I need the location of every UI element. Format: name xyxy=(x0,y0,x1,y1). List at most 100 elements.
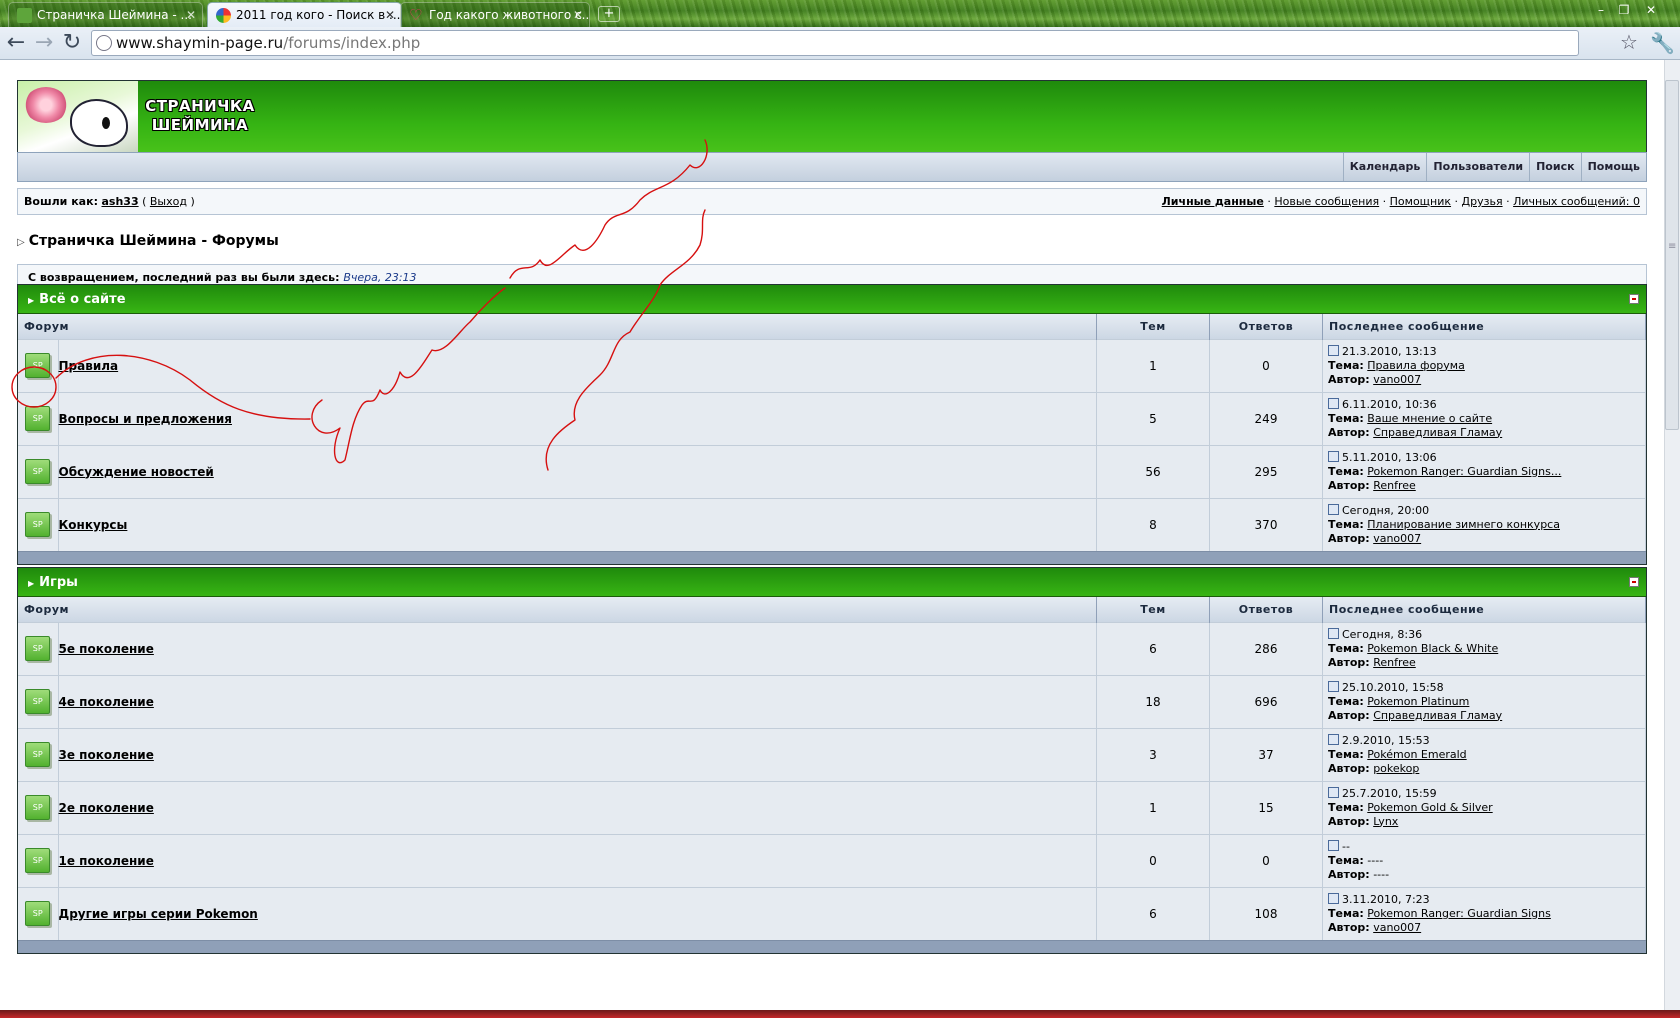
forum-status-icon[interactable]: SP xyxy=(25,406,51,431)
col-replies: Ответов xyxy=(1209,597,1323,622)
nav-help[interactable]: Помощь xyxy=(1580,153,1646,181)
author-link[interactable]: vano007 xyxy=(1373,373,1421,386)
author-link[interactable]: vano007 xyxy=(1373,532,1421,545)
last-topic-link[interactable]: Pokemon Gold & Silver xyxy=(1367,801,1492,814)
author-link[interactable]: Lynx xyxy=(1373,815,1398,828)
author-link[interactable]: Renfree xyxy=(1373,479,1416,492)
forum-link[interactable]: 3е поколение xyxy=(59,748,154,762)
category-title[interactable]: Всё о сайте xyxy=(39,292,125,307)
forum-status-icon[interactable]: SP xyxy=(25,353,51,378)
os-taskbar xyxy=(0,1010,1680,1018)
topic-label: Тема: xyxy=(1328,641,1364,655)
table-header-row: Форум Тем Ответов Последнее сообщение xyxy=(18,597,1646,622)
table-row: SP 5е поколение 6 286 Сегодня, 8:36 Тема… xyxy=(18,621,1646,675)
forum-status-icon[interactable]: SP xyxy=(25,901,51,927)
address-bar[interactable]: www.shaymin-page.ru/forums/index.php xyxy=(91,30,1579,56)
last-topic-link[interactable]: Ваше мнение о сайте xyxy=(1367,412,1492,425)
friends-link[interactable]: Друзья xyxy=(1462,195,1503,208)
forum-name-cell: Конкурсы xyxy=(58,497,1097,551)
reload-icon[interactable]: ↻ xyxy=(60,32,84,56)
col-last-post: Последнее сообщение xyxy=(1322,314,1646,339)
last-topic-link[interactable]: Pokemon Platinum xyxy=(1367,695,1469,708)
last-topic-link[interactable]: Правила форума xyxy=(1367,359,1465,372)
shaymin-logo[interactable] xyxy=(18,81,138,152)
author-link[interactable]: Справедливая Гламау xyxy=(1373,426,1502,439)
category-title[interactable]: Игры xyxy=(39,575,78,590)
forum-link[interactable]: 1е поколение xyxy=(59,854,154,868)
forum-link[interactable]: 4е поколение xyxy=(59,695,154,709)
forum-status-icon[interactable]: SP xyxy=(25,636,51,661)
wrench-icon[interactable]: 🔧 xyxy=(1650,31,1675,55)
forum-link[interactable]: Правила xyxy=(59,359,119,373)
nav-users[interactable]: Пользователи xyxy=(1426,153,1529,181)
author-text: ---- xyxy=(1373,867,1390,881)
forum-name-cell: 2е поколение xyxy=(58,780,1097,834)
replies-count: 0 xyxy=(1209,338,1323,392)
forum-link[interactable]: Вопросы и предложения xyxy=(59,412,232,426)
eye-icon xyxy=(102,117,110,129)
forum-status-icon[interactable]: SP xyxy=(25,742,51,767)
author-label: Автор: xyxy=(1328,867,1370,881)
table-row: SP Правила 1 0 21.3.2010, 13:13 Тема: Пр… xyxy=(18,338,1646,392)
breadcrumb: ▷ Страничка Шеймина - Форумы xyxy=(17,233,1647,253)
forum-link[interactable]: Конкурсы xyxy=(59,518,128,532)
messages-link[interactable]: Личных сообщений: 0 xyxy=(1513,195,1640,208)
topics-count: 6 xyxy=(1096,621,1210,675)
nav-calendar[interactable]: Календарь xyxy=(1342,153,1427,181)
category-arrow-icon: ▶ xyxy=(28,579,35,588)
topics-count: 8 xyxy=(1096,497,1210,551)
logout-link[interactable]: Выход xyxy=(150,195,187,208)
maximize-icon[interactable]: ❐ xyxy=(1613,2,1635,18)
author-link[interactable]: Справедливая Гламау xyxy=(1373,709,1502,722)
forum-status-icon[interactable]: SP xyxy=(25,459,51,484)
new-tab-button[interactable]: + xyxy=(598,6,620,22)
last-topic-link[interactable]: Планирование зимнего конкурса xyxy=(1367,518,1560,531)
topic-label: Тема: xyxy=(1328,517,1364,531)
collapse-icon[interactable] xyxy=(1629,294,1639,304)
close-icon[interactable]: ✕ xyxy=(385,3,395,27)
last-topic-link[interactable]: Pokemon Black & White xyxy=(1367,642,1498,655)
tab-shaymin-page[interactable]: Страничка Шеймина - ... ✕ xyxy=(8,2,203,27)
category-site: ▶ Всё о сайте Форум Тем Ответов Последнее… xyxy=(17,284,1647,565)
username-link[interactable]: ash33 xyxy=(101,195,138,208)
profile-link[interactable]: Личные данные xyxy=(1162,195,1264,208)
last-topic-link[interactable]: Pokemon Ranger: Guardian Signs... xyxy=(1367,465,1561,478)
forum-link[interactable]: 5е поколение xyxy=(59,642,154,656)
author-link[interactable]: vano007 xyxy=(1373,921,1421,934)
collapse-icon[interactable] xyxy=(1629,577,1639,587)
last-topic-link[interactable]: Pokémon Emerald xyxy=(1367,748,1466,761)
forum-link[interactable]: Обсуждение новостей xyxy=(59,465,214,479)
nav-search[interactable]: Поиск xyxy=(1529,153,1580,181)
replies-count: 370 xyxy=(1209,497,1323,551)
minimize-icon[interactable]: – xyxy=(1590,2,1612,18)
close-icon[interactable]: ✕ xyxy=(186,3,196,27)
close-icon[interactable]: ✕ xyxy=(573,3,583,27)
forum-name-cell: 1е поколение xyxy=(58,833,1097,887)
page-title[interactable]: Страничка Шеймина - Форумы xyxy=(29,233,279,249)
window-close-icon[interactable]: ✕ xyxy=(1640,2,1662,18)
shaymin-favicon-icon xyxy=(17,8,32,23)
replies-count: 108 xyxy=(1209,886,1323,940)
tab-search[interactable]: 2011 год кого - Поиск в ... ✕ xyxy=(207,2,402,27)
forward-arrow-icon[interactable]: → xyxy=(32,32,56,56)
forum-status-icon[interactable]: SP xyxy=(25,848,51,873)
forum-link[interactable]: Другие игры серии Pokemon xyxy=(59,907,258,921)
last-topic-link[interactable]: Pokemon Ranger: Guardian Signs xyxy=(1367,907,1551,920)
back-arrow-icon[interactable]: ← xyxy=(4,32,28,56)
forum-status-icon[interactable]: SP xyxy=(25,512,51,538)
forum-status-icon[interactable]: SP xyxy=(25,689,51,714)
author-label: Автор: xyxy=(1328,531,1370,545)
forum-status-icon[interactable]: SP xyxy=(25,795,51,820)
assistant-link[interactable]: Помощник xyxy=(1390,195,1451,208)
topics-count: 3 xyxy=(1096,727,1210,781)
scrollbar-thumb[interactable] xyxy=(1665,80,1679,430)
bookmark-star-icon[interactable]: ☆ xyxy=(1620,30,1638,54)
author-link[interactable]: Renfree xyxy=(1373,656,1416,669)
forum-link[interactable]: 2е поколение xyxy=(59,801,154,815)
logged-in-label: Вошли как: xyxy=(24,195,98,208)
table-header-row: Форум Тем Ответов Последнее сообщение xyxy=(18,314,1646,339)
new-posts-link[interactable]: Новые сообщения xyxy=(1274,195,1379,208)
tab-title: Страничка Шеймина - ... xyxy=(37,8,192,22)
tab-animal-year[interactable]: ♡ Год какого животного с... ✕ xyxy=(400,2,590,27)
author-link[interactable]: pokekop xyxy=(1373,762,1419,775)
